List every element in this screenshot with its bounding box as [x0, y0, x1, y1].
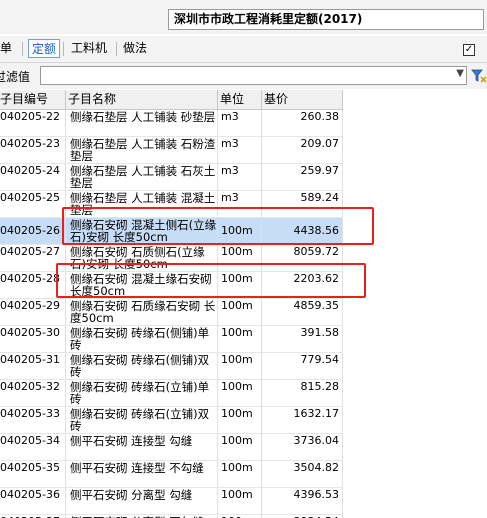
quota-table: 子目编号 子目名称 单位 基价 040205-22 侧缘石垫层 人工铺装 砂垫层 m… — [0, 90, 487, 518]
cell-code: 040205-27 — [0, 245, 66, 271]
tab-divider — [22, 42, 23, 56]
cell-price: 260.38 — [262, 110, 343, 136]
chevron-down-icon[interactable]: ▼ — [456, 68, 464, 79]
cell-unit: m3 — [218, 137, 262, 163]
cell-code: 040205-24 — [0, 164, 66, 190]
cell-price: 815.28 — [262, 380, 343, 406]
cell-code: 040205-23 — [0, 137, 66, 163]
cell-unit: 100m — [218, 488, 262, 514]
filter-icon[interactable] — [471, 68, 487, 84]
cell-price: 3736.04 — [262, 434, 343, 460]
table-row[interactable]: 040205-24 侧缘石垫层 人工铺装 石灰土垫层 m3 259.97 — [0, 164, 343, 191]
filter-label: 过滤值 — [0, 70, 31, 84]
tab-method[interactable]: 做法 — [123, 39, 147, 58]
quota-browser-window: 深圳市市政工程消耗里定额(2017) 清单 定额 工料机 做法 ✓ 过滤值 ▼ … — [0, 0, 487, 518]
tab-quota[interactable]: 定额 — [28, 39, 61, 58]
table-row[interactable]: 040205-30 侧缘石安砌 砖缘石(侧铺)单砖 100m 391.58 — [0, 326, 343, 353]
table-row[interactable]: 040205-22 侧缘石垫层 人工铺装 砂垫层 m3 260.38 — [0, 110, 343, 137]
cell-unit: 100m — [218, 218, 262, 244]
cell-unit: 100m — [218, 461, 262, 487]
table-row[interactable]: 040205-32 侧缘石安砌 砖缘石(立铺)单砖 100m 815.28 — [0, 380, 343, 407]
cell-code: 040205-26 — [0, 218, 66, 244]
filter-input[interactable]: ▼ — [40, 66, 467, 85]
cell-price: 4438.56 — [262, 218, 343, 244]
cell-unit: 100m — [218, 380, 262, 406]
tab-bar: 清单 定额 工料机 做法 ✓ — [0, 36, 487, 63]
cell-unit: m3 — [218, 191, 262, 217]
cell-unit: 100m — [218, 272, 262, 298]
cell-name: 侧平石安砌 分离型 勾缝 — [66, 488, 218, 514]
cell-unit: 100m — [218, 326, 262, 352]
column-header-name[interactable]: 子目名称 — [66, 90, 218, 109]
cell-unit: 100m — [218, 353, 262, 379]
cell-price: 1632.17 — [262, 407, 343, 433]
table-row[interactable]: 040205-33 侧缘石安砌 砖缘石(立铺)双砖 100m 1632.17 — [0, 407, 343, 434]
cell-price: 779.54 — [262, 353, 343, 379]
table-row[interactable]: 040205-34 侧平石安砌 连接型 勾缝 100m 3736.04 — [0, 434, 343, 461]
cell-price: 3504.82 — [262, 461, 343, 487]
cell-code: 040205-30 — [0, 326, 66, 352]
cell-name: 侧缘石安砌 混凝土侧石(立缘石)安砌 长度50cm — [66, 218, 218, 244]
cell-price: 589.24 — [262, 191, 343, 217]
table-row[interactable]: 040205-28 侧缘石安砌 混凝土缘石安砌 长度50cm 100m 2203.62 — [0, 272, 343, 299]
cell-code: 040205-36 — [0, 488, 66, 514]
table-row[interactable]: 040205-35 侧平石安砌 连接型 不勾缝 100m 3504.82 — [0, 461, 343, 488]
option-checkbox[interactable]: ✓ — [463, 44, 475, 56]
cell-name: 侧缘石安砌 石质侧石(立缘石)安砌 长度50cm — [66, 245, 218, 271]
tab-materials[interactable]: 工料机 — [71, 39, 107, 58]
table-row[interactable]: 040205-29 侧缘石安砌 石质缘石安砌 长度50cm 100m 4859.35 — [0, 299, 343, 326]
cell-unit: 100m — [218, 299, 262, 325]
cell-price: 209.07 — [262, 137, 343, 163]
cell-name: 侧缘石安砌 砖缘石(立铺)单砖 — [66, 380, 218, 406]
cell-name: 侧缘石垫层 人工铺装 砂垫层 — [66, 110, 218, 136]
cell-code: 040205-28 — [0, 272, 66, 298]
table-row[interactable]: 040205-27 侧缘石安砌 石质侧石(立缘石)安砌 长度50cm 100m 805… — [0, 245, 343, 272]
table-row[interactable]: 040205-31 侧缘石安砌 砖缘石(侧铺)双砖 100m 779.54 — [0, 353, 343, 380]
cell-code: 040205-25 — [0, 191, 66, 217]
tab-divider — [63, 42, 64, 56]
cell-name: 侧缘石垫层 人工铺装 石灰土垫层 — [66, 164, 218, 190]
table-row[interactable]: 040205-36 侧平石安砌 分离型 勾缝 100m 4396.53 — [0, 488, 343, 515]
cell-name: 侧平石安砌 连接型 勾缝 — [66, 434, 218, 460]
column-header-price[interactable]: 基价 — [262, 90, 343, 109]
cell-code: 040205-34 — [0, 434, 66, 460]
cell-unit: 100m — [218, 434, 262, 460]
table-row[interactable]: 040205-26 侧缘石安砌 混凝土侧石(立缘石)安砌 长度50cm 100m 44… — [0, 218, 343, 245]
cell-price: 4396.53 — [262, 488, 343, 514]
table-row[interactable]: 040205-23 侧缘石垫层 人工铺装 石粉渣垫层 m3 209.07 — [0, 137, 343, 164]
cell-name: 侧缘石安砌 混凝土缘石安砌 长度50cm — [66, 272, 218, 298]
cell-name: 侧缘石安砌 砖缘石(侧铺)双砖 — [66, 353, 218, 379]
tab-bill[interactable]: 清单 — [0, 39, 12, 58]
cell-code: 040205-22 — [0, 110, 66, 136]
cell-code: 040205-33 — [0, 407, 66, 433]
cell-code: 040205-31 — [0, 353, 66, 379]
table-header: 子目编号 子目名称 单位 基价 — [0, 90, 343, 110]
cell-price: 8059.72 — [262, 245, 343, 271]
column-header-unit[interactable]: 单位 — [218, 90, 262, 109]
cell-price: 259.97 — [262, 164, 343, 190]
cell-unit: 100m — [218, 407, 262, 433]
filter-bar: 过滤值 ▼ — [0, 63, 487, 89]
cell-unit: 100m — [218, 245, 262, 271]
cell-name: 侧缘石垫层 人工铺装 石粉渣垫层 — [66, 137, 218, 163]
cell-name: 侧缘石安砌 砖缘石(侧铺)单砖 — [66, 326, 218, 352]
cell-name: 侧平石安砌 连接型 不勾缝 — [66, 461, 218, 487]
cell-price: 2203.62 — [262, 272, 343, 298]
tab-divider — [116, 42, 117, 56]
cell-code: 040205-35 — [0, 461, 66, 487]
cell-name: 侧缘石安砌 石质缘石安砌 长度50cm — [66, 299, 218, 325]
cell-price: 4859.35 — [262, 299, 343, 325]
cell-price: 391.58 — [262, 326, 343, 352]
cell-code: 040205-32 — [0, 380, 66, 406]
cell-name: 侧缘石安砌 砖缘石(立铺)双砖 — [66, 407, 218, 433]
cell-name: 侧缘石垫层 人工铺装 混凝土垫层 — [66, 191, 218, 217]
quota-library-select[interactable]: 深圳市市政工程消耗里定额(2017) — [168, 9, 484, 30]
table-row[interactable]: 040205-25 侧缘石垫层 人工铺装 混凝土垫层 m3 589.24 — [0, 191, 343, 218]
cell-code: 040205-29 — [0, 299, 66, 325]
cell-unit: m3 — [218, 164, 262, 190]
top-bar: 深圳市市政工程消耗里定额(2017) — [0, 0, 487, 34]
cell-unit: m3 — [218, 110, 262, 136]
column-header-code[interactable]: 子目编号 — [0, 90, 66, 109]
